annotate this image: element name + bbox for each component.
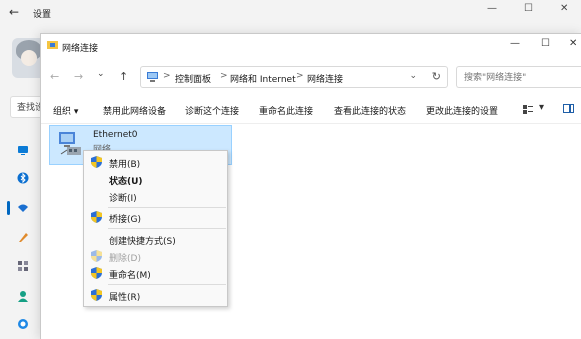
bluetooth-icon[interactable] [17,172,29,184]
recent-dropdown-button[interactable]: ⌄ [97,69,105,79]
settings-search-input[interactable]: 查找设置 [10,96,44,118]
settings-maximize-icon[interactable]: ☐ [524,3,533,14]
back-button[interactable]: ← [50,70,59,83]
menu-label: 创建快捷方式(S) [109,237,176,247]
sidebar-selection-indicator [7,201,10,215]
uac-shield-icon [91,289,102,301]
menu-item-create-shortcut[interactable]: 创建快捷方式(S) [84,231,227,248]
view-dropdown-icon[interactable]: ▾ [539,102,544,113]
breadcrumb-separator[interactable]: > [296,71,304,81]
breadcrumb-control-panel[interactable]: 控制面板 [175,72,211,85]
uac-shield-icon [91,156,102,168]
menu-item-rename[interactable]: 重命名(M) [84,265,227,282]
menu-item-bridge[interactable]: 桥接(G) [84,209,227,226]
minimize-button[interactable]: — [510,38,520,49]
menu-label: 禁用(B) [109,160,141,170]
menu-item-diagnose[interactable]: 诊断(I) [84,188,227,205]
change-settings-button[interactable]: 更改此连接的设置 [426,104,498,117]
menu-label: 删除(D) [109,254,141,264]
window-title: 网络连接 [62,44,99,54]
breadcrumb-network-connections[interactable]: 网络连接 [307,72,343,85]
menu-label: 重命名(M) [109,271,151,281]
menu-label: 属性(R) [109,293,141,303]
settings-back-button[interactable]: ← [9,5,19,19]
up-button[interactable]: ↑ [119,70,128,83]
menu-label: 诊断(I) [109,194,137,204]
breadcrumb-separator: > [163,71,171,81]
address-row: ← → ⌄ ↑ > 控制面板 > 网络和 Internet > 网络连接 ⌄ ↻ [41,61,581,93]
view-options-icon[interactable] [523,105,533,114]
command-bar: 组织 ▾ 禁用此网络设备 诊断这个连接 重命名此连接 查看此连接的状态 更改此连… [41,95,581,124]
network-folder-icon [47,41,58,49]
control-panel-icon [147,72,158,82]
close-button[interactable]: ✕ [569,38,577,49]
refresh-icon[interactable]: ↻ [432,70,441,83]
personalization-icon[interactable] [17,231,29,243]
apps-icon[interactable] [17,260,29,272]
menu-separator [108,228,226,229]
address-bar[interactable]: > 控制面板 > 网络和 Internet > 网络连接 ⌄ ↻ [140,66,448,88]
menu-item-disable[interactable]: 禁用(B) [84,154,227,171]
settings-minimize-icon[interactable]: — [487,3,497,14]
search-input[interactable] [462,68,576,88]
settings-close-icon[interactable]: ✕ [560,3,568,14]
menu-label: 状态(U) [109,177,143,187]
address-history-dropdown[interactable]: ⌄ [409,71,417,81]
menu-label: 桥接(G) [109,215,141,225]
network-icon[interactable] [17,202,29,214]
settings-title: 设置 [33,10,52,20]
connection-name: Ethernet0 [93,130,138,140]
preview-pane-icon[interactable] [563,104,574,113]
accounts-icon[interactable] [17,290,29,302]
rename-button[interactable]: 重命名此连接 [259,104,313,117]
view-status-button[interactable]: 查看此连接的状态 [334,104,406,117]
forward-button[interactable]: → [74,70,83,83]
disable-device-button[interactable]: 禁用此网络设备 [103,104,166,117]
menu-separator [108,284,226,285]
network-adapter-icon [59,132,81,155]
menu-separator [108,207,226,208]
breadcrumb-separator[interactable]: > [220,71,228,81]
maximize-button[interactable]: ☐ [541,38,550,49]
system-icon[interactable] [17,144,29,156]
context-menu: 禁用(B) 状态(U) 诊断(I) 桥接(G) 创建快捷方式(S) 删除(D) … [83,150,228,307]
menu-item-properties[interactable]: 属性(R) [84,287,227,304]
breadcrumb-network-internet[interactable]: 网络和 Internet [230,72,296,85]
organize-button[interactable]: 组织 ▾ [53,104,78,117]
avatar-face [21,50,37,66]
menu-item-delete: 删除(D) [84,248,227,265]
diagnose-button[interactable]: 诊断这个连接 [185,104,239,117]
search-box[interactable] [456,66,581,88]
uac-shield-icon [91,250,102,262]
menu-item-status[interactable]: 状态(U) [84,171,227,188]
time-language-icon[interactable] [17,318,29,330]
uac-shield-icon [91,211,102,223]
window-titlebar: 网络连接 — ☐ ✕ [41,34,581,60]
uac-shield-icon [91,267,102,279]
settings-titlebar: ← 设置 — ☐ ✕ [0,0,581,26]
